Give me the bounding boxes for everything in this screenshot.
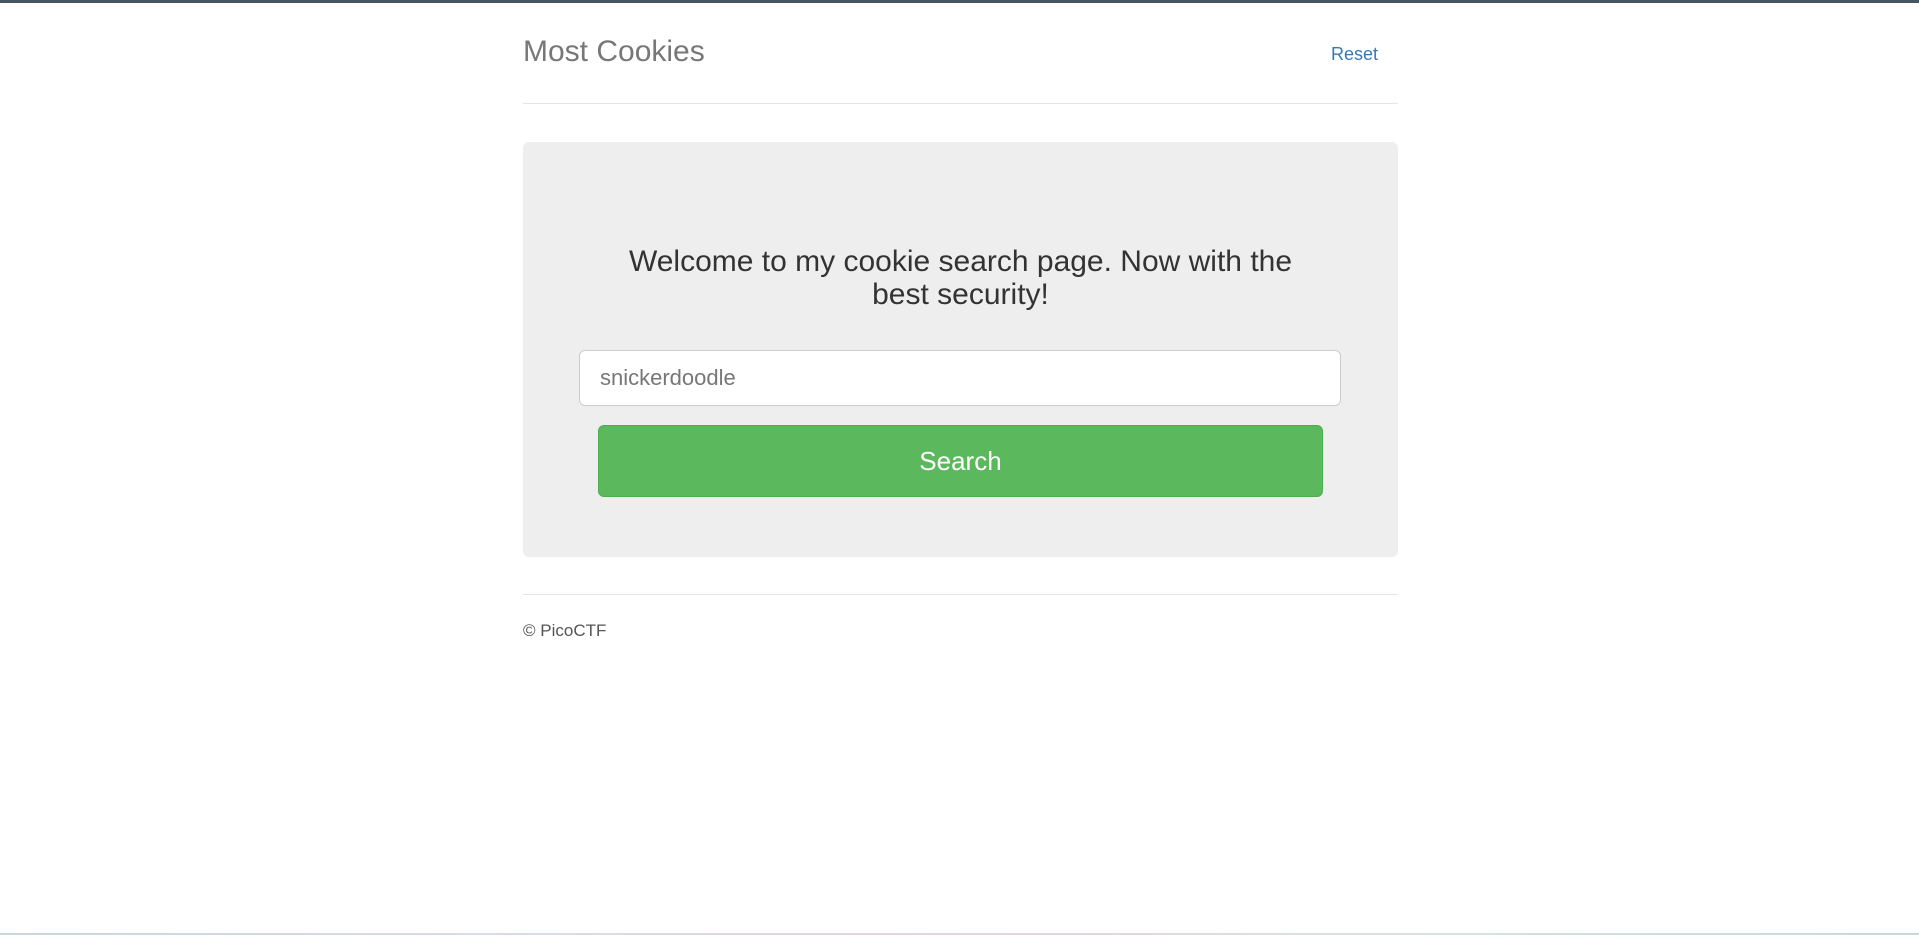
search-button[interactable]: Search <box>598 425 1323 497</box>
welcome-line-2: best security! <box>872 278 1049 311</box>
welcome-line-1: Welcome to my cookie search page. Now wi… <box>628 245 1293 278</box>
search-panel: Welcome to my cookie search page. Now wi… <box>523 142 1398 557</box>
copyright-text: © PicoCTF <box>523 621 607 640</box>
footer: © PicoCTF <box>523 594 1398 640</box>
reset-link[interactable]: Reset <box>1331 43 1378 65</box>
welcome-heading: Welcome to my cookie search page. Now wi… <box>523 245 1398 311</box>
page-container: Most Cookies Reset Welcome to my cookie … <box>523 0 1398 640</box>
site-title: Most Cookies <box>523 35 705 68</box>
search-input[interactable] <box>579 350 1341 406</box>
header: Most Cookies Reset <box>523 0 1398 104</box>
bottom-border <box>0 933 1919 935</box>
